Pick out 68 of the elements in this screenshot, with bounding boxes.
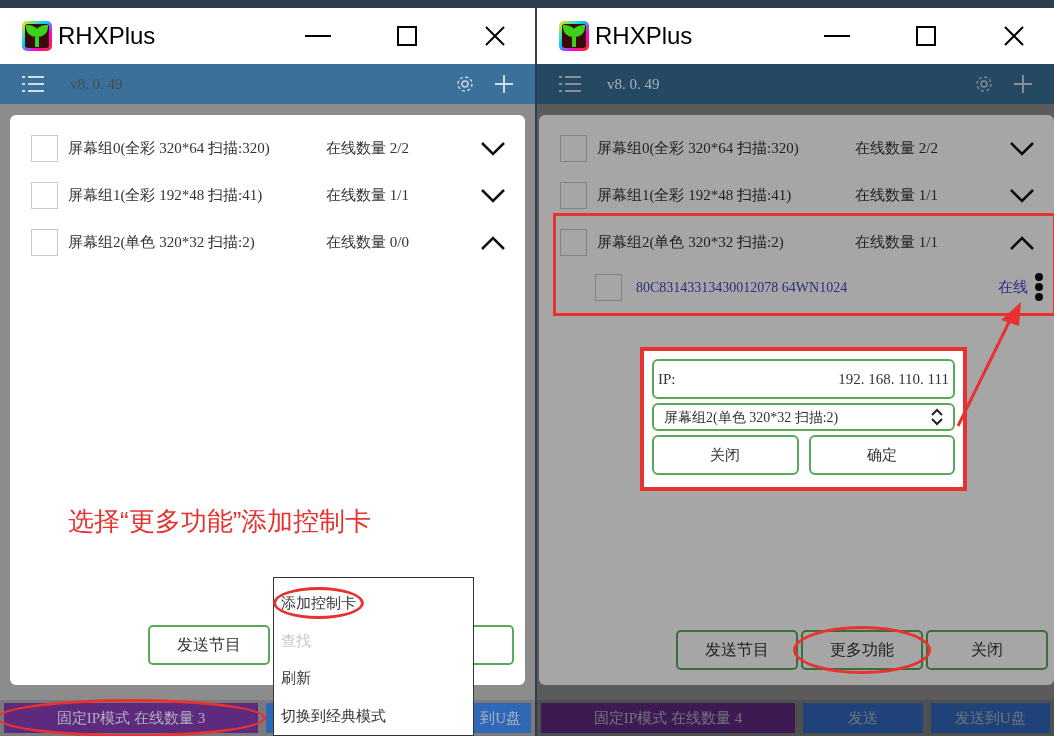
- group-row[interactable]: 屏幕组1(全彩 192*48 扫描:41) 在线数量 1/1: [539, 172, 1054, 219]
- group-row[interactable]: 屏幕组2(单色 320*32 扫描:2) 在线数量 0/0: [10, 219, 525, 266]
- checkbox[interactable]: [31, 182, 58, 209]
- checkbox[interactable]: [560, 182, 587, 209]
- online-count: 在线数量 1/1: [326, 186, 409, 206]
- ip-label: IP:: [658, 369, 676, 389]
- checkbox[interactable]: [31, 229, 58, 256]
- chevron-down-icon[interactable]: [481, 188, 505, 203]
- add-icon[interactable]: [1014, 75, 1032, 93]
- more-options-icon[interactable]: [1034, 273, 1044, 301]
- app-logo-icon: [22, 21, 52, 51]
- menu-item[interactable]: 添加控制卡: [281, 594, 356, 611]
- checkbox[interactable]: [31, 135, 58, 162]
- group-row[interactable]: 屏幕组1(全彩 192*48 扫描:41) 在线数量 1/1: [10, 172, 525, 219]
- online-count: 在线数量 0/0: [326, 233, 409, 253]
- checkbox[interactable]: [560, 135, 587, 162]
- settings-icon[interactable]: [455, 74, 475, 94]
- footer-button[interactable]: 发送节目: [676, 630, 798, 670]
- group-row[interactable]: 屏幕组0(全彩 320*64 扫描:320) 在线数量 2/2: [539, 125, 1054, 172]
- group-label: 屏幕组2(单色 320*32 扫描:2): [68, 233, 256, 253]
- window-title: RHXPlus: [58, 21, 156, 51]
- group-label: 屏幕组0(全彩 320*64 扫描:320): [597, 139, 800, 159]
- online-count: 在线数量 1/1: [855, 233, 938, 253]
- minimize-icon[interactable]: [305, 34, 331, 38]
- add-icon[interactable]: [495, 75, 513, 93]
- ip-value: 192. 168. 110. 111: [838, 369, 949, 389]
- version-label: v8. 0. 49: [607, 74, 660, 94]
- maximize-icon[interactable]: [916, 26, 936, 46]
- close-icon[interactable]: [1004, 26, 1024, 46]
- version-label: v8. 0. 49: [70, 74, 123, 94]
- maximize-icon[interactable]: [397, 26, 417, 46]
- mode-status-button[interactable]: 固定IP模式 在线数量 3: [4, 703, 258, 733]
- menu-icon[interactable]: [559, 76, 581, 92]
- footer-button[interactable]: 发送节目: [148, 625, 270, 665]
- checkbox[interactable]: [595, 273, 622, 301]
- online-count: 在线数量 2/2: [326, 139, 409, 159]
- online-count: 在线数量 1/1: [855, 186, 938, 206]
- minimize-icon[interactable]: [824, 34, 850, 38]
- online-count: 在线数量 2/2: [855, 139, 938, 159]
- chevron-down-icon[interactable]: [1010, 188, 1034, 203]
- checkbox[interactable]: [560, 229, 587, 256]
- group-label: 屏幕组0(全彩 320*64 扫描:320): [68, 139, 271, 159]
- window-title: RHXPlus: [595, 21, 693, 51]
- close-icon[interactable]: [485, 26, 505, 46]
- group-row[interactable]: 屏幕组0(全彩 320*64 扫描:320) 在线数量 2/2: [10, 125, 525, 172]
- device-id[interactable]: 80C83143313430012078 64WN1024: [636, 276, 848, 298]
- group-select[interactable]: 屏幕组2(单色 320*32 扫描:2): [652, 403, 955, 431]
- updown-icon: [931, 408, 943, 426]
- chevron-up-icon[interactable]: [481, 235, 505, 250]
- settings-icon[interactable]: [974, 74, 994, 94]
- annotation-text: 选择“更多功能”添加控制卡: [68, 505, 373, 538]
- menu-icon[interactable]: [22, 76, 44, 92]
- group-label: 屏幕组1(全彩 192*48 扫描:41): [68, 186, 264, 206]
- menu-item[interactable]: 切换到经典模式: [281, 708, 386, 725]
- device-status: 在线: [998, 277, 1028, 297]
- group-label: 屏幕组1(全彩 192*48 扫描:41): [597, 186, 793, 206]
- footer-button[interactable]: 更多功能: [801, 630, 923, 670]
- app-logo-icon: [559, 21, 589, 51]
- group-label: 屏幕组2(单色 320*32 扫描:2): [597, 233, 785, 253]
- dialog-button[interactable]: 确定: [808, 435, 955, 475]
- footer-button[interactable]: 关闭: [926, 630, 1048, 670]
- chevron-down-icon[interactable]: [481, 141, 505, 156]
- ip-field[interactable]: IP: 192. 168. 110. 111: [652, 359, 955, 399]
- chevron-down-icon[interactable]: [1010, 141, 1034, 156]
- chevron-up-icon[interactable]: [1010, 235, 1034, 250]
- menu-item[interactable]: 刷新: [281, 670, 311, 687]
- group-row[interactable]: 屏幕组2(单色 320*32 扫描:2) 在线数量 1/1: [539, 219, 1054, 266]
- dialog-button[interactable]: 关闭: [652, 435, 799, 475]
